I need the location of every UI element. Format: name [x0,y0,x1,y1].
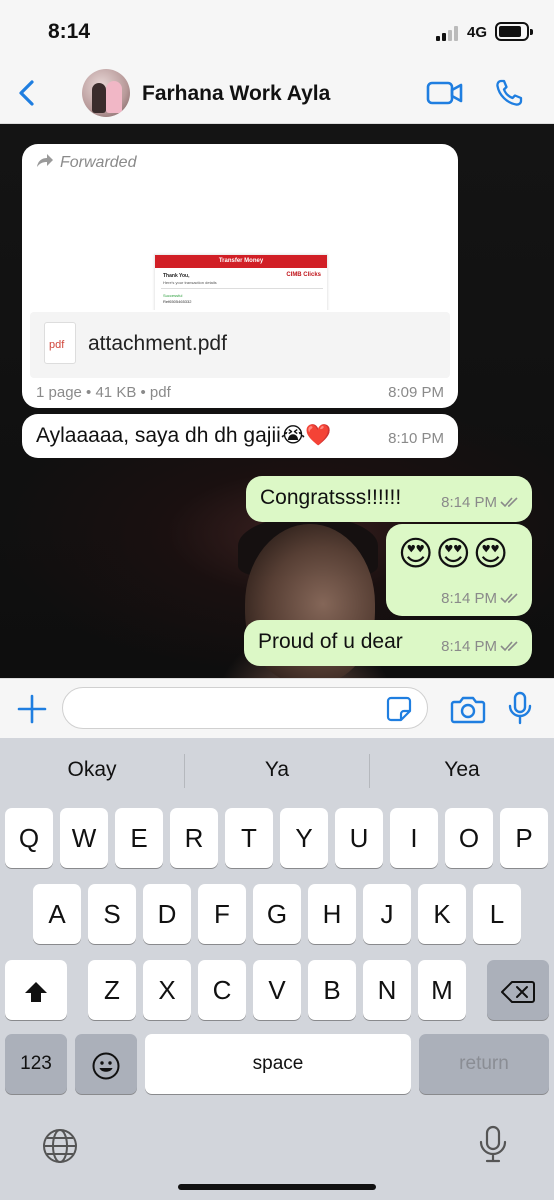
message-emoji: 😍😍😍 [398,535,511,573]
contact-name[interactable]: Farhana Work Ayla [142,82,330,106]
file-info: 1 page • 41 KB • pdf [36,384,171,401]
file-name: attachment.pdf [88,332,227,355]
receipt-status: Successful [163,293,183,298]
status-time: 8:14 [48,20,91,43]
key-y[interactable]: Y [280,808,328,868]
message-time-status: 8:14 PM [441,590,520,607]
key-n[interactable]: N [363,960,411,1020]
suggestion-ya[interactable]: Ya [185,758,369,782]
message-bubble-incoming[interactable]: Aylaaaaa, saya dh dh gajii😭❤️ 8:10 PM [22,414,458,458]
avatar[interactable] [82,69,130,117]
key-s[interactable]: S [88,884,136,944]
battery-icon [495,22,533,41]
message-bubble-outgoing[interactable]: 😍😍😍 8:14 PM [386,524,532,616]
home-indicator[interactable] [178,1184,376,1190]
receipt-band: Transfer Money [155,255,327,268]
key-r[interactable]: R [170,808,218,868]
key-g[interactable]: G [253,884,301,944]
message-input[interactable] [62,687,428,729]
file-row[interactable]: pdf attachment.pdf [30,312,450,378]
numbers-key[interactable]: 123 [5,1034,67,1094]
backspace-icon [501,981,535,1004]
receipt-subtitle: Here's your transaction details [163,280,217,285]
sticker-icon[interactable] [386,696,412,722]
globe-icon[interactable] [40,1126,80,1166]
double-check-icon [500,497,518,508]
phone-icon[interactable] [494,78,524,108]
key-e[interactable]: E [115,808,163,868]
key-a[interactable]: A [33,884,81,944]
chevron-left-icon[interactable] [12,76,42,110]
key-o[interactable]: O [445,808,493,868]
key-p[interactable]: P [500,808,548,868]
key-v[interactable]: V [253,960,301,1020]
composer-bar [0,678,554,738]
forward-arrow-icon [37,154,53,167]
key-u[interactable]: U [335,808,383,868]
message-text: Aylaaaaa, saya dh dh gajii😭❤️ [36,424,332,447]
network-label: 4G [467,24,488,41]
message-time-status: 8:14 PM [441,638,520,655]
key-h[interactable]: H [308,884,356,944]
plus-icon[interactable] [16,693,48,725]
message-time-status: 8:14 PM [441,494,520,511]
key-q[interactable]: Q [5,808,53,868]
key-m[interactable]: M [418,960,466,1020]
receipt-thumbnail: Transfer Money Thank You, Here's your tr… [154,254,328,310]
message-text: Congratsss!!!!!! [260,486,402,509]
status-bar: 8:14 4G [0,0,554,62]
key-i[interactable]: I [390,808,438,868]
microphone-icon[interactable] [508,691,532,725]
emoji-key[interactable] [75,1034,137,1094]
forwarded-pdf-message[interactable]: Forwarded Transfer Money Thank You, Here… [22,144,458,408]
key-d[interactable]: D [143,884,191,944]
backspace-key[interactable] [487,960,549,1020]
video-camera-icon[interactable] [426,80,464,106]
pdf-file-icon: pdf [44,322,76,364]
key-b[interactable]: B [308,960,356,1020]
message-bubble-outgoing[interactable]: Congratsss!!!!!! 8:14 PM [246,476,532,522]
suggestion-yea[interactable]: Yea [370,758,554,782]
shift-icon [25,982,47,1003]
camera-icon[interactable] [450,694,486,724]
double-check-icon [500,641,518,652]
chat-area[interactable]: Forwarded Transfer Money Thank You, Here… [0,124,554,678]
suggestion-okay[interactable]: Okay [0,758,184,782]
signal-icon [436,26,460,41]
double-check-icon [500,593,518,604]
key-c[interactable]: C [198,960,246,1020]
key-t[interactable]: T [225,808,273,868]
chat-header: Farhana Work Ayla [0,62,554,124]
message-bubble-outgoing[interactable]: Proud of u dear 8:14 PM [244,620,532,666]
key-x[interactable]: X [143,960,191,1020]
emoji-icon [92,1052,120,1080]
return-key[interactable]: return [419,1034,549,1094]
receipt-reference: Ref6505465332 [163,299,192,304]
message-time: 8:10 PM [388,430,444,447]
key-j[interactable]: J [363,884,411,944]
key-f[interactable]: F [198,884,246,944]
pdf-preview[interactable]: Transfer Money Thank You, Here's your tr… [30,184,450,310]
key-l[interactable]: L [473,884,521,944]
receipt-thanks: Thank You, [163,273,190,279]
dictation-mic-icon[interactable] [478,1124,508,1164]
cimb-logo: CIMB Clicks [286,272,321,278]
key-w[interactable]: W [60,808,108,868]
keyboard: Okay Ya Yea Q W E R T Y U I O P A S D F … [0,738,554,1200]
key-k[interactable]: K [418,884,466,944]
forwarded-label: Forwarded [36,154,136,172]
key-z[interactable]: Z [88,960,136,1020]
suggestion-bar: Okay Ya Yea [0,738,554,806]
message-text: Proud of u dear [258,630,403,653]
message-time: 8:09 PM [388,384,444,401]
shift-key[interactable] [5,960,67,1020]
space-key[interactable]: space [145,1034,411,1094]
